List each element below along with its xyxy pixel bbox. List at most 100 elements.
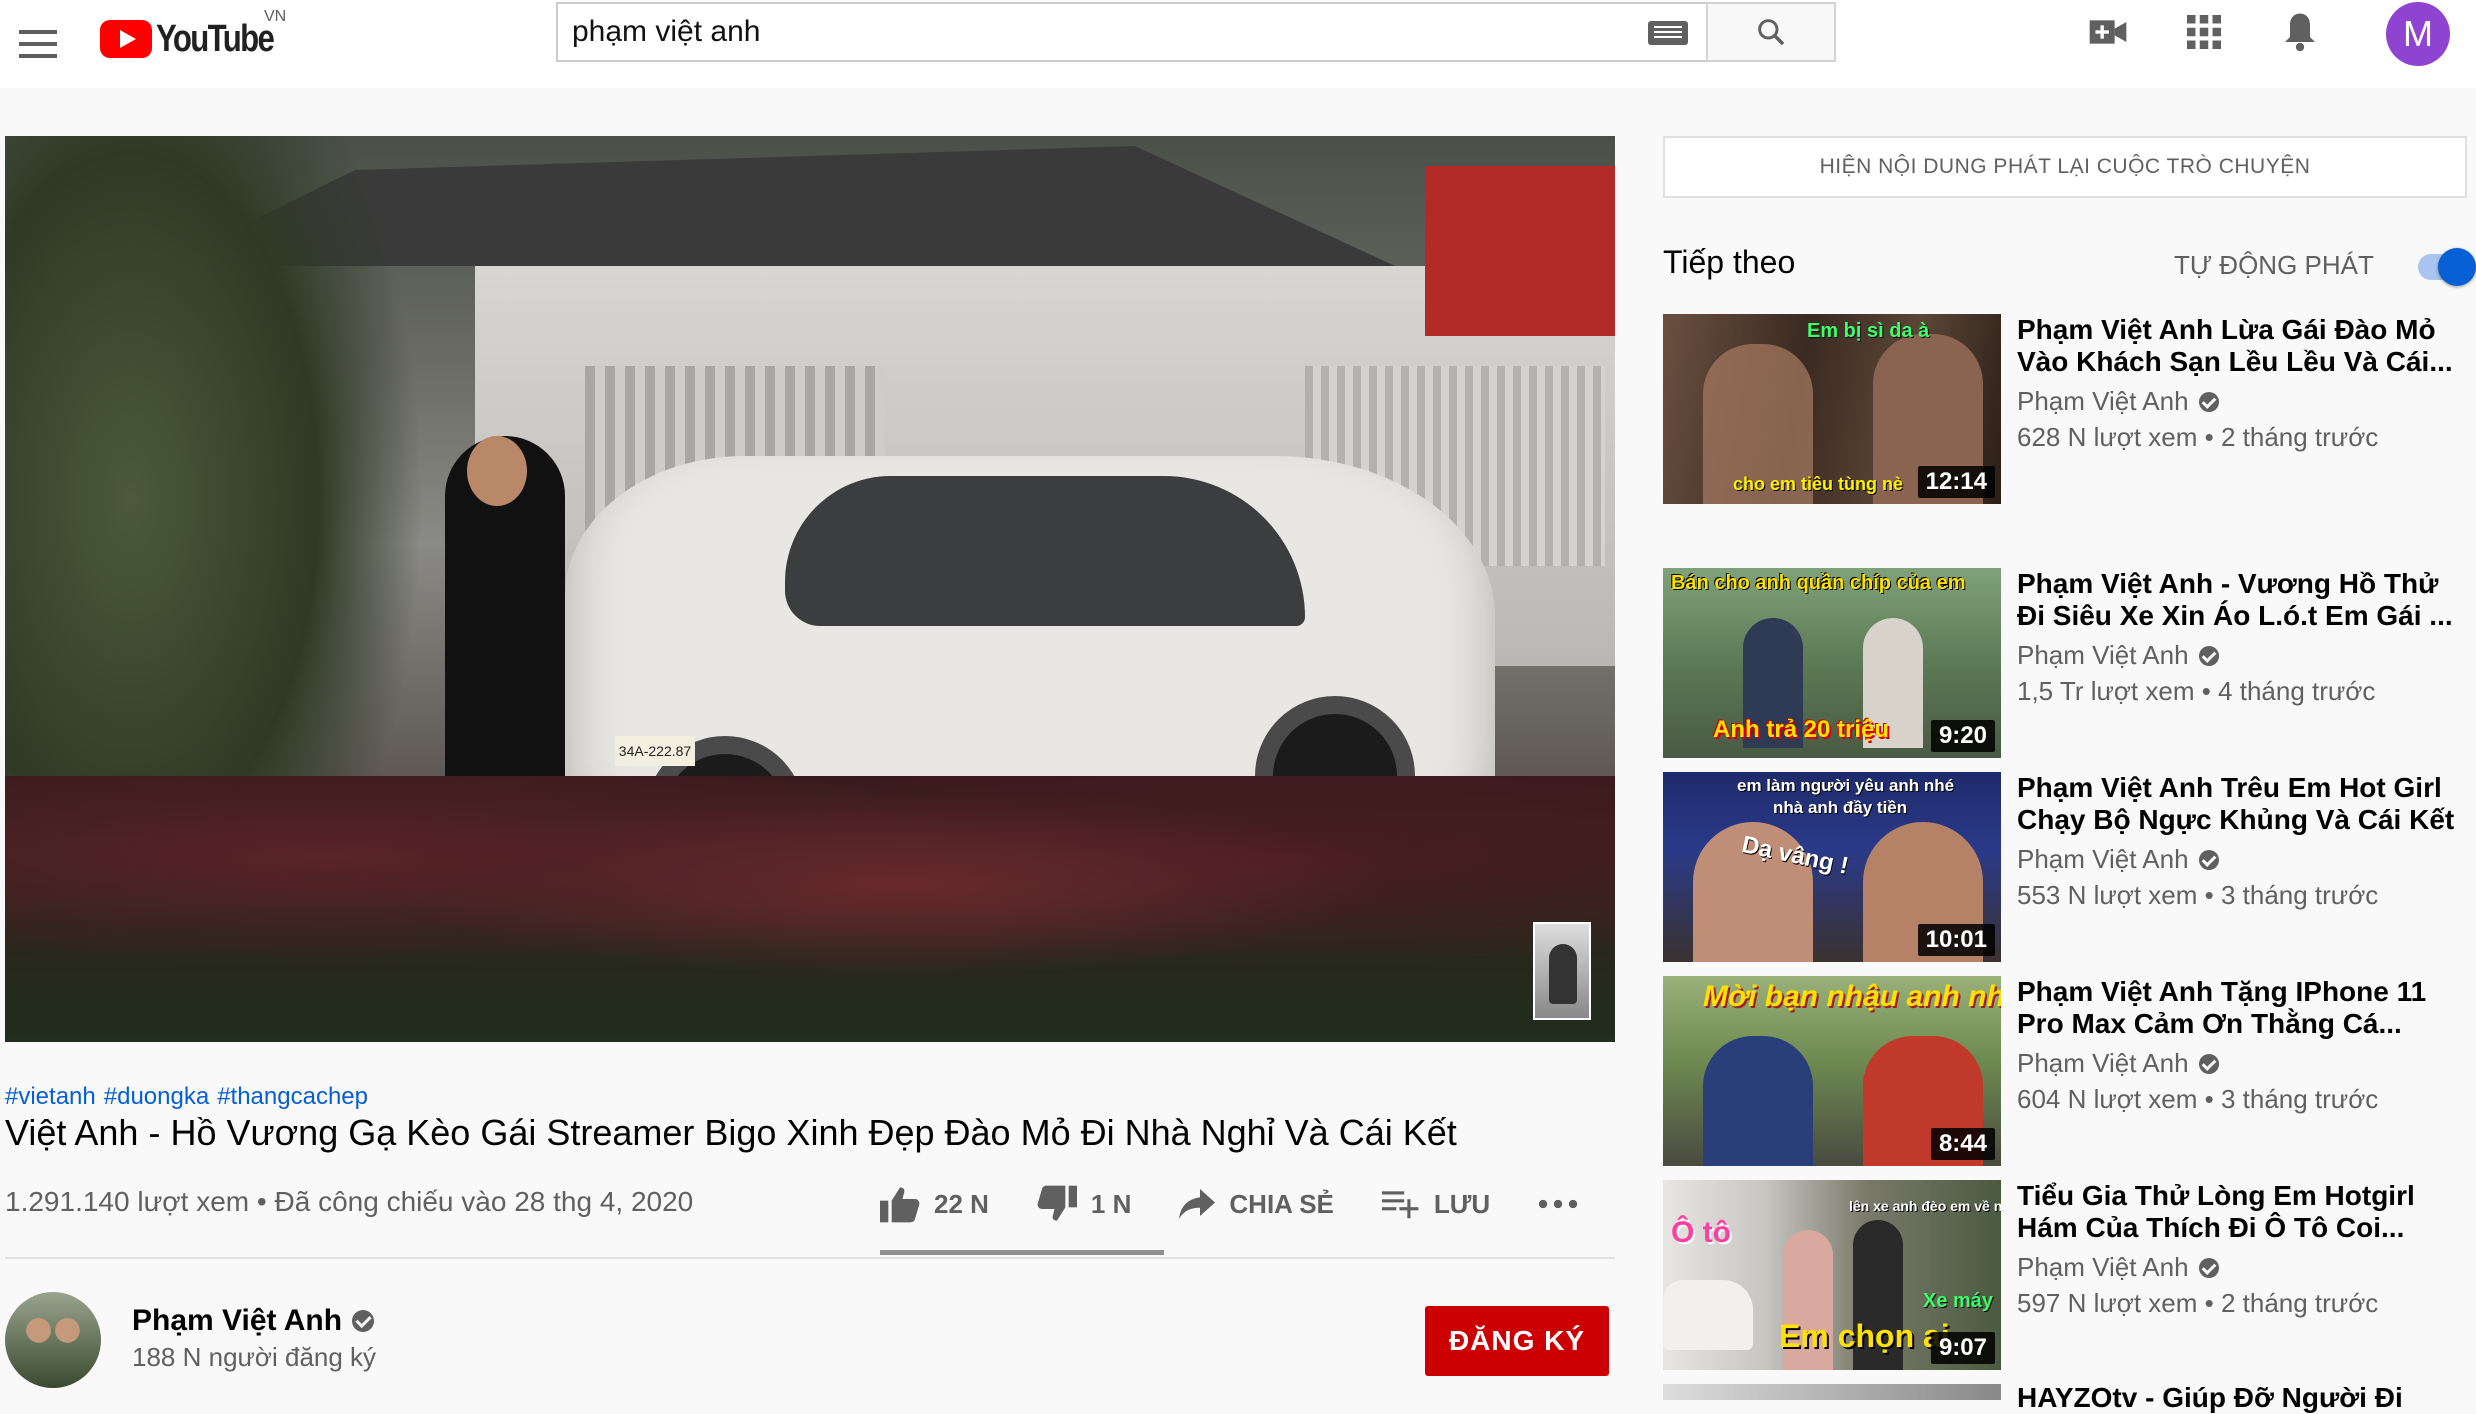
show-chat-replay-button[interactable]: HIỆN NỘI DUNG PHÁT LẠI CUỘC TRÒ CHUYỆN [1663,136,2467,198]
thumb-caption: Ô tô [1671,1216,1731,1249]
bell-icon [2285,13,2315,52]
thumb-caption: nhà anh đầy tiền [1773,798,1908,817]
premiere-date: Đã công chiếu vào 28 thg 4, 2020 [274,1186,694,1217]
video-player[interactable]: 34A-222.87 [5,136,1615,1042]
playlist-add-icon [1381,1191,1419,1219]
rec-title[interactable]: Phạm Việt Anh Trêu Em Hot Girl Chạy Bộ N… [2017,772,2457,836]
video-thumbnail[interactable]: Em bị sì da à cho em tiêu tùng nè 12:14 [1663,314,2001,504]
video-thumbnail[interactable]: Bán cho anh quần chíp của em Anh trả 20 … [1663,568,2001,758]
scene-red-wall [1425,166,1615,336]
thumb-caption: Em chọn ai [1779,1318,1950,1354]
more-horizontal-icon [1538,1199,1578,1209]
thumb-caption: Xe máy [1923,1290,1994,1312]
keyboard-icon[interactable] [1648,21,1688,45]
save-label: LƯU [1433,1188,1491,1219]
dislike-button[interactable]: 1 N [1037,1176,1131,1232]
channel-watermark[interactable] [1533,922,1591,1020]
rec-channel[interactable]: Phạm Việt Anh [2017,844,2219,875]
channel-avatar[interactable] [5,1292,101,1388]
share-label: CHIA SẺ [1229,1188,1334,1219]
rec-meta: 553 N lượt xem • 3 tháng trước [2017,880,2379,910]
scene-person-head [467,436,527,506]
share-button[interactable]: CHIA SẺ [1179,1176,1334,1232]
video-thumbnail[interactable]: Ô tô lên xe anh đèo em về nào Xe máy Em … [1663,1180,2001,1370]
verified-badge-icon [352,1310,375,1332]
video-thumbnail[interactable]: Mời bạn nhậu anh nhé 8:44 [1663,976,2001,1166]
rec-channel[interactable]: Phạm Việt Anh [2017,1048,2219,1079]
video-duration: 9:07 [1930,1332,1995,1364]
view-count: 1.291.140 lượt xem [5,1186,250,1217]
account-avatar[interactable]: M [2386,2,2450,66]
video-title: Việt Anh - Hồ Vương Gạ Kèo Gái Streamer … [5,1112,1457,1153]
rec-title[interactable]: Phạm Việt Anh - Vương Hồ Thử Đi Siêu Xe … [2017,568,2457,632]
recommended-video[interactable]: Mời bạn nhậu anh nhé 8:44 Phạm Việt Anh … [1663,976,2473,1166]
hashtag-link[interactable]: #vietanh [5,1083,96,1110]
thumb-caption: Bán cho anh quần chíp của em [1671,572,1966,594]
search-icon [1758,19,1785,46]
rec-title[interactable]: HAYZOtv - Giúp Đỡ Người Đi [2017,1382,2403,1414]
rec-channel-name[interactable]: Phạm Việt Anh [2017,1252,2189,1283]
notifications-button[interactable] [2270,2,2330,62]
thumb-caption: Em bị sì da à [1807,320,1930,342]
channel-name-row[interactable]: Phạm Việt Anh [132,1304,375,1338]
search-box [556,2,1708,62]
video-duration: 12:14 [1917,466,1995,498]
rec-meta: 604 N lượt xem • 3 tháng trước [2017,1084,2379,1114]
subscribe-button[interactable]: ĐĂNG KÝ [1425,1306,1609,1376]
masthead: YouTube VN M [0,0,2476,88]
verified-badge-icon [2198,849,2219,870]
rec-channel-name[interactable]: Phạm Việt Anh [2017,1048,2189,1079]
verified-badge-icon [2198,1257,2219,1278]
search-button[interactable] [1706,2,1836,62]
recommended-video[interactable]: Ô tô lên xe anh đèo em về nào Xe máy Em … [1663,1180,2473,1370]
thumb-car [1663,1280,1753,1350]
hashtag-list: #vietanh #duongka #thangcachep [5,1083,376,1111]
hamburger-menu-icon[interactable] [8,14,68,74]
rec-title[interactable]: Phạm Việt Anh Lừa Gái Đào Mỏ Vào Khách S… [2017,314,2457,378]
rec-channel[interactable]: Phạm Việt Anh [2017,386,2219,417]
rec-channel-name[interactable]: Phạm Việt Anh [2017,386,2189,417]
rec-channel-name[interactable]: Phạm Việt Anh [2017,640,2189,671]
hashtag-link[interactable]: #duongka [104,1083,209,1110]
video-duration: 10:01 [1917,924,1995,956]
rec-meta: 1,5 Tr lượt xem • 4 tháng trước [2017,676,2376,706]
channel-name[interactable]: Phạm Việt Anh [132,1304,342,1338]
up-next-heading: Tiếp theo [1663,244,1796,280]
create-video-button[interactable] [2078,2,2138,62]
thumbs-up-icon [880,1187,920,1223]
rec-meta: 628 N lượt xem • 2 tháng trước [2017,422,2379,452]
license-plate: 34A-222.87 [615,736,695,766]
like-button[interactable]: 22 N [880,1176,989,1232]
save-button[interactable]: LƯU [1381,1176,1491,1232]
search-input[interactable] [558,4,1648,60]
thumb-caption: lên xe anh đèo em về nào [1849,1198,2001,1214]
sentiment-bar [880,1250,1164,1255]
like-count: 22 N [934,1188,989,1219]
recommended-video[interactable]: Bán cho anh quần chíp của em Anh trả 20 … [1663,568,2473,758]
video-actions: 22 N 1 N CHIA SẺ LƯU [880,1176,1592,1232]
autoplay-toggle[interactable] [2418,248,2476,286]
video-duration: 8:44 [1930,1128,1995,1160]
more-actions-button[interactable] [1538,1176,1592,1232]
recommended-video[interactable]: em làm người yêu anh nhé nhà anh đầy tiề… [1663,772,2473,962]
country-code: VN [264,8,287,25]
rec-title[interactable]: Tiểu Gia Thử Lòng Em Hotgirl Hám Của Thí… [2017,1180,2457,1244]
autoplay-label: TỰ ĐỘNG PHÁT [2174,250,2374,280]
recommended-video[interactable]: Em bị sì da à cho em tiêu tùng nè 12:14 … [1663,314,2473,504]
rec-title[interactable]: Phạm Việt Anh Tặng IPhone 11 Pro Max Cảm… [2017,976,2457,1040]
thumb-caption: Mời bạn nhậu anh nhé [1703,980,2001,1013]
rec-channel-name[interactable]: Phạm Việt Anh [2017,844,2189,875]
rec-meta: 597 N lượt xem • 2 tháng trước [2017,1288,2379,1318]
logo-text: YouTube [156,17,275,60]
youtube-play-icon [100,20,152,58]
thumbs-down-icon [1037,1185,1077,1221]
share-arrow-icon [1179,1189,1216,1219]
rec-channel[interactable]: Phạm Việt Anh [2017,1252,2219,1283]
thumb-caption: em làm người yêu anh nhé [1737,776,1955,795]
hashtag-link[interactable]: #thangcachep [217,1083,368,1110]
video-thumbnail[interactable]: em làm người yêu anh nhé nhà anh đầy tiề… [1663,772,2001,962]
recommended-video-partial-thumbnail[interactable] [1663,1384,2001,1400]
rec-channel[interactable]: Phạm Việt Anh [2017,640,2219,671]
apps-button[interactable] [2174,2,2234,62]
dislike-count: 1 N [1090,1188,1132,1219]
